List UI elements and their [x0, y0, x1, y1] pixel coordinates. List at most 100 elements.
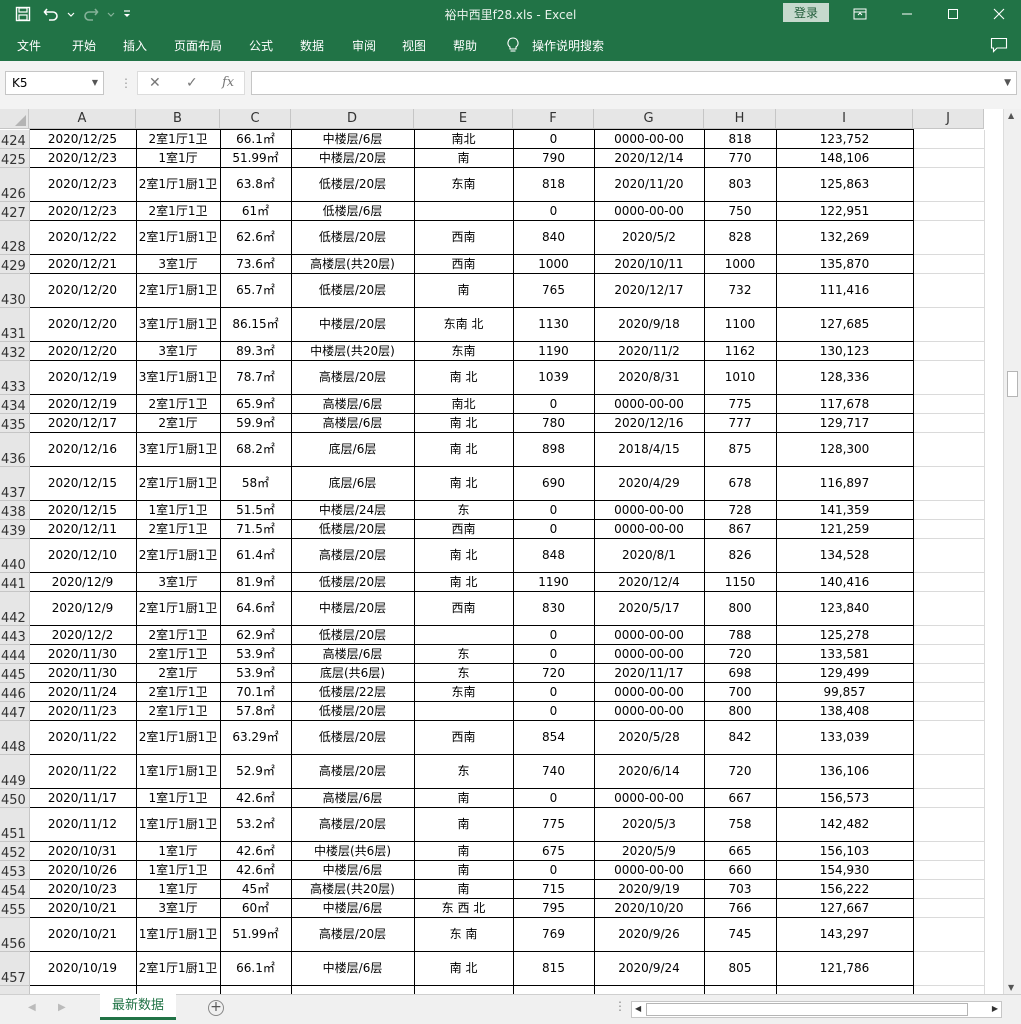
previous-sheet-icon[interactable]: ◀ — [28, 1002, 36, 1013]
cell-floor[interactable]: 中楼层/20层 — [290, 148, 415, 168]
cell-orientation[interactable] — [413, 701, 514, 721]
cell-f[interactable]: 848 — [512, 538, 595, 573]
row-header[interactable]: 443 — [0, 625, 30, 645]
cell-layout[interactable]: 2室1厅 — [135, 663, 221, 683]
cell-area[interactable]: 52.9㎡ — [219, 754, 292, 789]
cell-date[interactable]: 2020/12/23 — [28, 167, 137, 202]
cell-floor[interactable]: 中楼层(共20层) — [290, 341, 415, 361]
cell-layout[interactable]: 2室1厅1厨1卫 — [135, 273, 221, 308]
row-header[interactable]: 437 — [0, 466, 30, 501]
row-header[interactable]: 424 — [0, 129, 30, 149]
cell-area[interactable]: 42.6㎡ — [219, 860, 292, 880]
cell-empty[interactable] — [913, 860, 985, 880]
cell-date[interactable]: 2020/12/21 — [28, 254, 137, 274]
cell-date[interactable]: 2020/12/15 — [28, 466, 137, 501]
cell-g[interactable]: 2020/10/20 — [593, 898, 705, 918]
cell-floor[interactable]: 高楼层/20层 — [290, 807, 415, 842]
cell-layout[interactable]: 2室1厅1厨1卫 — [135, 951, 221, 986]
cell-area[interactable]: 53.2㎡ — [219, 807, 292, 842]
cell-h[interactable]: 1000 — [703, 254, 777, 274]
cell-layout[interactable]: 3室1厅1厨1卫 — [135, 360, 221, 395]
cell-f[interactable]: 0 — [512, 394, 595, 414]
cell-empty[interactable] — [913, 307, 985, 342]
cell-f[interactable]: 1000 — [512, 254, 595, 274]
cell-unit-price[interactable]: 121,259 — [775, 519, 914, 539]
cell-empty[interactable] — [913, 572, 985, 592]
cell-f[interactable]: 790 — [512, 148, 595, 168]
cell-floor[interactable]: 高楼层/6层 — [290, 788, 415, 808]
cell-h[interactable]: 728 — [703, 500, 777, 520]
cell-h[interactable]: 766 — [703, 898, 777, 918]
cell-h[interactable]: 720 — [703, 644, 777, 664]
cell-layout[interactable]: 2室1厅1卫 — [135, 201, 221, 221]
cell-f[interactable]: 0 — [512, 701, 595, 721]
cell-empty[interactable] — [913, 500, 985, 520]
cell-g[interactable]: 0000-00-00 — [593, 788, 705, 808]
cell-empty[interactable] — [913, 644, 985, 664]
tab-view[interactable]: 视图 — [402, 37, 426, 54]
cell-area[interactable]: 53.9㎡ — [219, 663, 292, 683]
cell-table[interactable]: 424 2020/12/25 2室1厅1卫 66.1㎡ 中楼层/6层 南北 0 0000-00… — [0, 129, 985, 994]
row-header[interactable]: 457 — [0, 951, 30, 986]
drag-handle-icon[interactable]: ⋮ — [120, 76, 132, 90]
cell-h[interactable]: 720 — [703, 754, 777, 789]
cell-f[interactable]: 840 — [512, 220, 595, 255]
cell-date[interactable]: 2020/12/9 — [28, 591, 137, 626]
cell-unit-price[interactable]: 154,930 — [775, 860, 914, 880]
cell-h[interactable]: 800 — [703, 701, 777, 721]
cell-g[interactable]: 2020/12/14 — [593, 148, 705, 168]
row-header[interactable]: 427 — [0, 201, 30, 221]
cell-date[interactable]: 2020/12/19 — [28, 360, 137, 395]
cell-date[interactable]: 2020/12/22 — [28, 220, 137, 255]
cell-area[interactable]: 60㎡ — [219, 898, 292, 918]
column-header-b[interactable]: B — [136, 109, 220, 129]
cell-date[interactable]: 2020/11/17 — [28, 788, 137, 808]
cell-f[interactable]: 795 — [512, 898, 595, 918]
cell-h[interactable]: 1100 — [703, 307, 777, 342]
row-header[interactable]: 449 — [0, 754, 30, 789]
cell-unit-price[interactable]: 148,106 — [775, 148, 914, 168]
cell-floor[interactable]: 低楼层/20层 — [290, 572, 415, 592]
cell-empty[interactable] — [913, 663, 985, 683]
cell-orientation[interactable]: 东 — [413, 644, 514, 664]
cell-unit-price[interactable]: 128,300 — [775, 432, 914, 467]
cell-unit-price[interactable]: 125,863 — [775, 167, 914, 202]
cell-area[interactable]: 53.9㎡ — [219, 644, 292, 664]
cell-floor[interactable]: 高楼层/20层 — [290, 538, 415, 573]
cell-area[interactable] — [219, 985, 292, 994]
cell-date[interactable]: 2020/12/11 — [28, 519, 137, 539]
row-header[interactable]: 435 — [0, 413, 30, 433]
formula-input[interactable]: ▼ — [251, 71, 1017, 95]
cell-layout[interactable]: 2室1厅1厨1卫 — [135, 466, 221, 501]
row-header[interactable]: 448 — [0, 720, 30, 755]
tab-page-layout[interactable]: 页面布局 — [174, 37, 222, 54]
maximize-icon[interactable] — [930, 0, 976, 28]
cell-orientation[interactable]: 南 北 — [413, 360, 514, 395]
cancel-icon[interactable]: ✕ — [149, 75, 161, 91]
cell-empty[interactable] — [913, 360, 985, 395]
cell-g[interactable]: 2020/6/14 — [593, 754, 705, 789]
cell-h[interactable]: 875 — [703, 432, 777, 467]
row-header[interactable]: 453 — [0, 860, 30, 880]
cell-area[interactable]: 81.9㎡ — [219, 572, 292, 592]
cell-date[interactable]: 2020/11/22 — [28, 754, 137, 789]
cell-orientation[interactable]: 南 — [413, 841, 514, 861]
cell-empty[interactable] — [913, 720, 985, 755]
cell-g[interactable]: 2020/11/17 — [593, 663, 705, 683]
cell-layout[interactable]: 2室1厅1厨1卫 — [135, 591, 221, 626]
cell-date[interactable]: 2020/10/21 — [28, 917, 137, 952]
cell-g[interactable]: 2020/5/28 — [593, 720, 705, 755]
cell-g[interactable]: 2020/8/31 — [593, 360, 705, 395]
cell-layout[interactable]: 1室1厅1卫 — [135, 860, 221, 880]
cell-empty[interactable] — [913, 466, 985, 501]
cell-f[interactable]: 830 — [512, 591, 595, 626]
cell-date[interactable]: 2020/12/2 — [28, 625, 137, 645]
column-header-g[interactable]: G — [594, 109, 704, 129]
cell-h[interactable]: 732 — [703, 273, 777, 308]
insert-function-icon[interactable]: fx — [222, 75, 234, 90]
cell-f[interactable]: 818 — [512, 167, 595, 202]
cell-layout[interactable]: 1室1厅 — [135, 841, 221, 861]
cell-h[interactable]: 777 — [703, 413, 777, 433]
cell-orientation[interactable] — [413, 625, 514, 645]
cell-g[interactable]: 0000-00-00 — [593, 201, 705, 221]
